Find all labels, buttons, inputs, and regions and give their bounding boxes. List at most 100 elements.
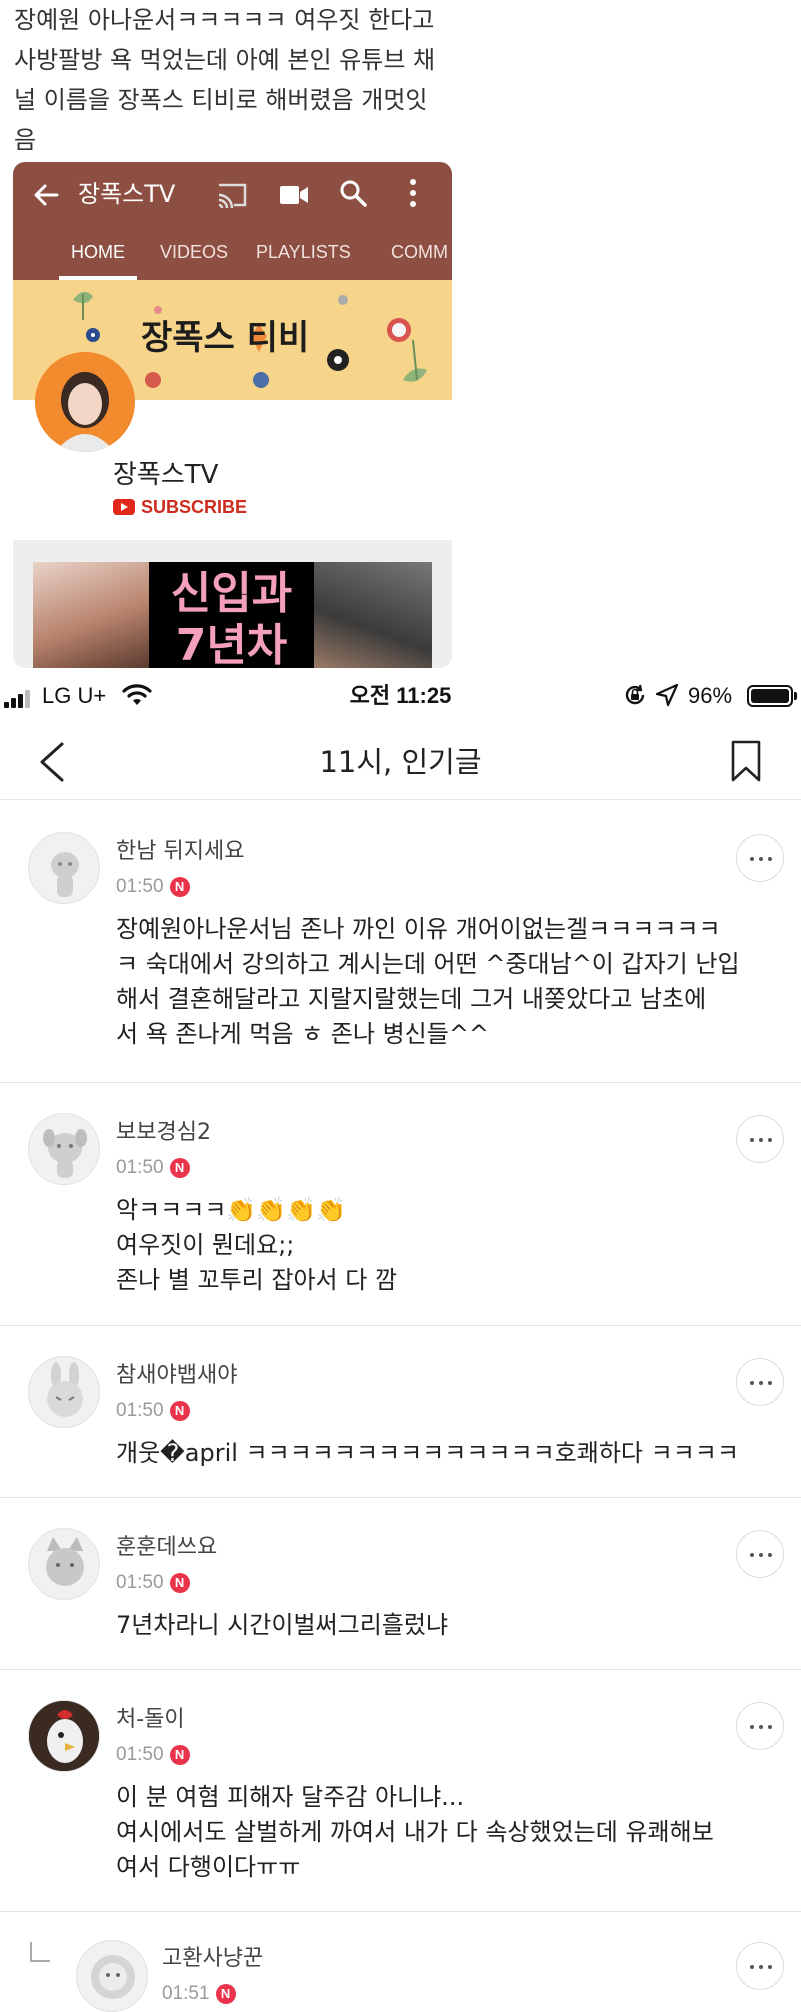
- more-options-button[interactable]: [736, 1358, 784, 1406]
- rotation-lock-icon: [625, 684, 645, 705]
- comment-line: 장예원아나운서님 존나 까인 이유 개어이없는겔ㅋㅋㅋㅋㅋㅋ: [116, 915, 721, 943]
- comment-line: 서 욕 존나게 먹음 ㅎ 존나 병신들^^: [116, 1020, 490, 1048]
- clock: 오전 11:25: [349, 683, 452, 708]
- comment-time-text: 01:50: [116, 876, 164, 897]
- thumbnail-caption: 신입과: [170, 568, 293, 619]
- avatar-photo: [29, 1701, 99, 1771]
- tab-community: COMM: [391, 242, 448, 262]
- avatar[interactable]: [76, 1940, 148, 2012]
- youtube-channel-title: 장폭스TV: [78, 180, 176, 208]
- comment-list: 한남 뒤지세요 01:50 N 장예원아나운서님 존나 까인 이유 개어이없는겔ㅋ…: [0, 800, 801, 2012]
- new-badge: N: [169, 1573, 190, 1593]
- more-options-button[interactable]: [736, 1702, 784, 1750]
- comment-body: 이 분 여혐 피해자 달주감 아니냐... 여시에서도 살벌하게 까여서 내가 …: [116, 1780, 776, 1885]
- comment-time: 01:50 N: [116, 1569, 190, 1597]
- comment-line: 존나 별 꼬투리 잡아서 다 깜: [116, 1266, 398, 1294]
- comment-line: ㅋ 숙대에서 강의하고 계시는데 어떤 ^중대남^이 갑자기 난입: [116, 950, 740, 978]
- comment-time: 01:50 N: [116, 1397, 190, 1425]
- new-badge: N: [169, 1401, 190, 1421]
- comment-line: 여시에서도 살벌하게 까여서 내가 다 속상했었는데 유쾌해보: [116, 1818, 714, 1846]
- battery-percent: 96%: [688, 683, 733, 708]
- avatar-character-icon: [47, 1362, 83, 1417]
- comment-line: 이 분 여혐 피해자 달주감 아니냐...: [116, 1783, 465, 1811]
- youtube-play-icon: [113, 499, 135, 515]
- avatar[interactable]: [28, 1528, 100, 1600]
- comment: 참새야뱁새야 01:50 N 개웃�april ㅋㅋㅋㅋㅋㅋㅋㅋㅋㅋㅋㅋㅋㅋ호쾌하…: [0, 1326, 801, 1498]
- bookmark-icon[interactable]: [728, 738, 764, 784]
- comment: 보보경심2 01:50 N 악ㅋㅋㅋㅋ👏👏👏👏 여우짓이 뭔데요;; 존나 별 꼬…: [0, 1083, 801, 1326]
- more-options-button[interactable]: [736, 1530, 784, 1578]
- comment: 훈훈데쓰요 01:50 N 7년차라니 시간이벌써그리흘렀냐: [0, 1498, 801, 1670]
- video-thumbnail-strip: 신입과 7년차: [33, 562, 432, 668]
- post-line: 음: [14, 126, 37, 154]
- search-icon: [340, 180, 367, 207]
- tab-videos: VIDEOS: [160, 242, 229, 262]
- comment-time: 01:50 N: [116, 1154, 190, 1182]
- comment-username[interactable]: 훈훈데쓰요: [116, 1531, 217, 1565]
- more-options-button[interactable]: [736, 1942, 784, 1990]
- reply-comment: 고환사냥꾼 01:51 N: [0, 1912, 801, 2012]
- comment-time-text: 01:51: [162, 1983, 210, 2004]
- avatar-character-icon: [46, 1537, 84, 1586]
- new-badge: N: [169, 1745, 190, 1765]
- comment-username[interactable]: 고환사냥꾼: [162, 1942, 263, 1976]
- more-options-button[interactable]: [736, 1115, 784, 1163]
- comment: 처-돌이 01:50 N 이 분 여혐 피해자 달주감 아니냐... 여시에서도 …: [0, 1670, 801, 1912]
- youtube-app-bar: 장폭스TV HOME VIDEOS PLAYLISTS COMM: [13, 162, 452, 280]
- avatar[interactable]: [28, 832, 100, 904]
- avatar[interactable]: [28, 1113, 100, 1185]
- comment-body: 개웃�april ㅋㅋㅋㅋㅋㅋㅋㅋㅋㅋㅋㅋㅋㅋ호쾌하다 ㅋㅋㅋㅋ: [116, 1436, 776, 1471]
- new-badge: N: [169, 877, 190, 897]
- reply-indicator-icon: [30, 1942, 50, 1962]
- comment-line: 악ㅋㅋㅋㅋ👏👏👏👏: [116, 1196, 346, 1224]
- video-camera-icon: [280, 186, 308, 204]
- new-badge: N: [169, 1158, 190, 1178]
- avatar-character-icon: [43, 1129, 87, 1178]
- new-badge: N: [215, 1984, 236, 2004]
- post-body: 장예원 아나운서ㅋㅋㅋㅋㅋ 여우짓 한다고 사방팔방 욕 먹었는데 아예 본인 …: [14, 0, 454, 160]
- comment-time-text: 01:50: [116, 1400, 164, 1421]
- comment-line: 여서 다행이다ㅠㅠ: [116, 1853, 301, 1881]
- comment-line: 여우짓이 뭔데요;;: [116, 1231, 295, 1259]
- comment-username[interactable]: 한남 뒤지세요: [116, 835, 244, 869]
- comment-time-text: 01:50: [116, 1744, 164, 1765]
- location-arrow-icon: [655, 683, 679, 707]
- comment-time-text: 01:50: [116, 1572, 164, 1593]
- avatar[interactable]: [28, 1356, 100, 1428]
- video-thumbnail: [314, 562, 432, 668]
- banner-title: 장폭스 티비: [141, 318, 310, 358]
- comment-line: 7년차라니 시간이벌써그리흘렀냐: [116, 1611, 449, 1639]
- comment-username[interactable]: 처-돌이: [116, 1703, 185, 1737]
- embedded-youtube-screenshot: 장폭스TV HOME VIDEOS PLAYLISTS COMM 장폭스 티비 …: [13, 162, 452, 668]
- comment-body: 악ㅋㅋㅋㅋ👏👏👏👏 여우짓이 뭔데요;; 존나 별 꼬투리 잡아서 다 깜: [116, 1193, 776, 1298]
- more-options-button[interactable]: [736, 834, 784, 882]
- youtube-tabs: HOME VIDEOS PLAYLISTS COMM: [13, 224, 452, 280]
- comment-username[interactable]: 참새야뱁새야: [116, 1359, 237, 1393]
- post-line: 사방팔방 욕 먹었는데 아예 본인 유튜브 채: [14, 46, 436, 74]
- comment-time: 01:50 N: [116, 873, 190, 901]
- avatar-character-icon: [91, 1955, 135, 1999]
- comment: 한남 뒤지세요 01:50 N 장예원아나운서님 존나 까인 이유 개어이없는겔ㅋ…: [0, 800, 801, 1083]
- post-line: 장예원 아나운서ㅋㅋㅋㅋㅋ 여우짓 한다고: [14, 6, 435, 34]
- comment-line: 개웃�april ㅋㅋㅋㅋㅋㅋㅋㅋㅋㅋㅋㅋㅋㅋ호쾌하다 ㅋㅋㅋㅋ: [116, 1439, 739, 1467]
- subscribe-button: SUBSCRIBE: [113, 497, 247, 518]
- comment-time: 01:51 N: [162, 1980, 236, 2008]
- page-title: 11시, 인기글: [319, 745, 482, 779]
- thumbnail-caption: 7년차: [175, 620, 288, 668]
- comment-username[interactable]: 보보경심2: [116, 1116, 211, 1150]
- comment-line: 해서 결혼해달라고 지랄지랄했는데 그거 내쫒았다고 남초에: [116, 985, 707, 1013]
- channel-avatar: [35, 352, 135, 452]
- video-thumbnail: [33, 562, 149, 668]
- nav-header: 11시, 인기글: [0, 724, 801, 800]
- cast-icon: [218, 183, 247, 209]
- comment-body: 7년차라니 시간이벌써그리흘렀냐: [116, 1608, 776, 1643]
- avatar-character-icon: [51, 852, 79, 897]
- status-bar: LG U+ 오전 11:25 96%: [0, 668, 801, 724]
- tab-playlists: PLAYLISTS: [256, 242, 351, 262]
- arrow-left-icon: [34, 184, 59, 206]
- avatar-portrait: [35, 352, 135, 452]
- channel-name: 장폭스TV: [113, 460, 219, 490]
- avatar[interactable]: [28, 1700, 100, 1772]
- post-line: 널 이름을 장폭스 티비로 해버렸음 개멋잇: [14, 86, 428, 114]
- tab-home: HOME: [59, 224, 137, 280]
